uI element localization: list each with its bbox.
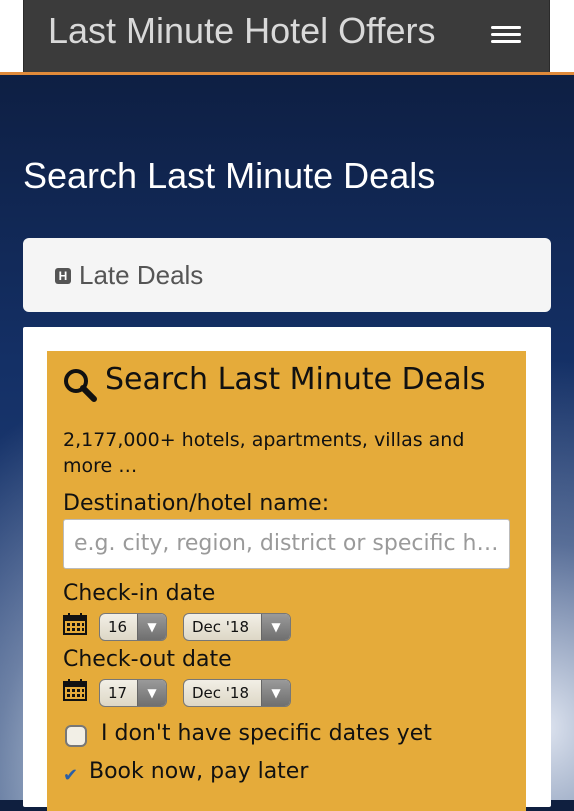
calendar-icon[interactable] xyxy=(63,613,87,635)
destination-input[interactable]: e.g. city, region, district or specific … xyxy=(63,519,510,569)
destination-label: Destination/hotel name: xyxy=(63,491,330,516)
site-title[interactable]: Last Minute Hotel Offers xyxy=(48,10,436,52)
hotel-count-text: 2,177,000+ hotels, apartments, villas an… xyxy=(63,429,465,477)
checkin-label: Check-in date xyxy=(63,581,216,606)
tab-late-deals[interactable]: H Late Deals xyxy=(23,238,551,312)
chevron-down-icon: ▼ xyxy=(137,614,166,640)
book-now-label: Book now, pay later xyxy=(89,759,309,784)
hero-section: Search Last Minute Deals H Late Deals Se… xyxy=(0,75,574,811)
checkin-day-select[interactable]: 16 ▼ xyxy=(99,613,167,641)
checkin-month-select[interactable]: Dec '18 ▼ xyxy=(183,613,291,641)
search-title-text: Search Last Minute Deals xyxy=(105,362,486,397)
calendar-icon[interactable] xyxy=(63,679,87,701)
no-dates-label[interactable]: I don't have specific dates yet xyxy=(101,721,432,746)
checkin-month-value: Dec '18 xyxy=(192,618,250,636)
search-title: Search Last Minute Deals xyxy=(63,365,503,406)
hamburger-menu-icon[interactable] xyxy=(491,26,521,46)
checkout-label: Check-out date xyxy=(63,647,232,672)
checkin-day-value: 16 xyxy=(108,618,128,636)
no-dates-checkbox[interactable] xyxy=(65,725,87,747)
search-card: Search Last Minute Deals 2,177,000+ hote… xyxy=(23,327,551,811)
checkout-day-select[interactable]: 17 ▼ xyxy=(99,679,167,707)
hotel-icon: H xyxy=(55,268,71,284)
checkout-day-value: 17 xyxy=(108,684,128,702)
tab-label: Late Deals xyxy=(79,260,204,290)
search-icon xyxy=(63,368,97,406)
checkout-month-value: Dec '18 xyxy=(192,684,250,702)
page-title: Search Last Minute Deals xyxy=(23,155,436,196)
chevron-down-icon: ▼ xyxy=(137,680,166,706)
checkout-month-select[interactable]: Dec '18 ▼ xyxy=(183,679,291,707)
chevron-down-icon: ▼ xyxy=(261,680,290,706)
header-bar: Last Minute Hotel Offers xyxy=(23,0,550,72)
search-panel: Search Last Minute Deals 2,177,000+ hote… xyxy=(47,351,526,811)
checkmark-icon: ✔ xyxy=(63,765,79,786)
top-bar: Last Minute Hotel Offers xyxy=(0,0,574,75)
chevron-down-icon: ▼ xyxy=(261,614,290,640)
